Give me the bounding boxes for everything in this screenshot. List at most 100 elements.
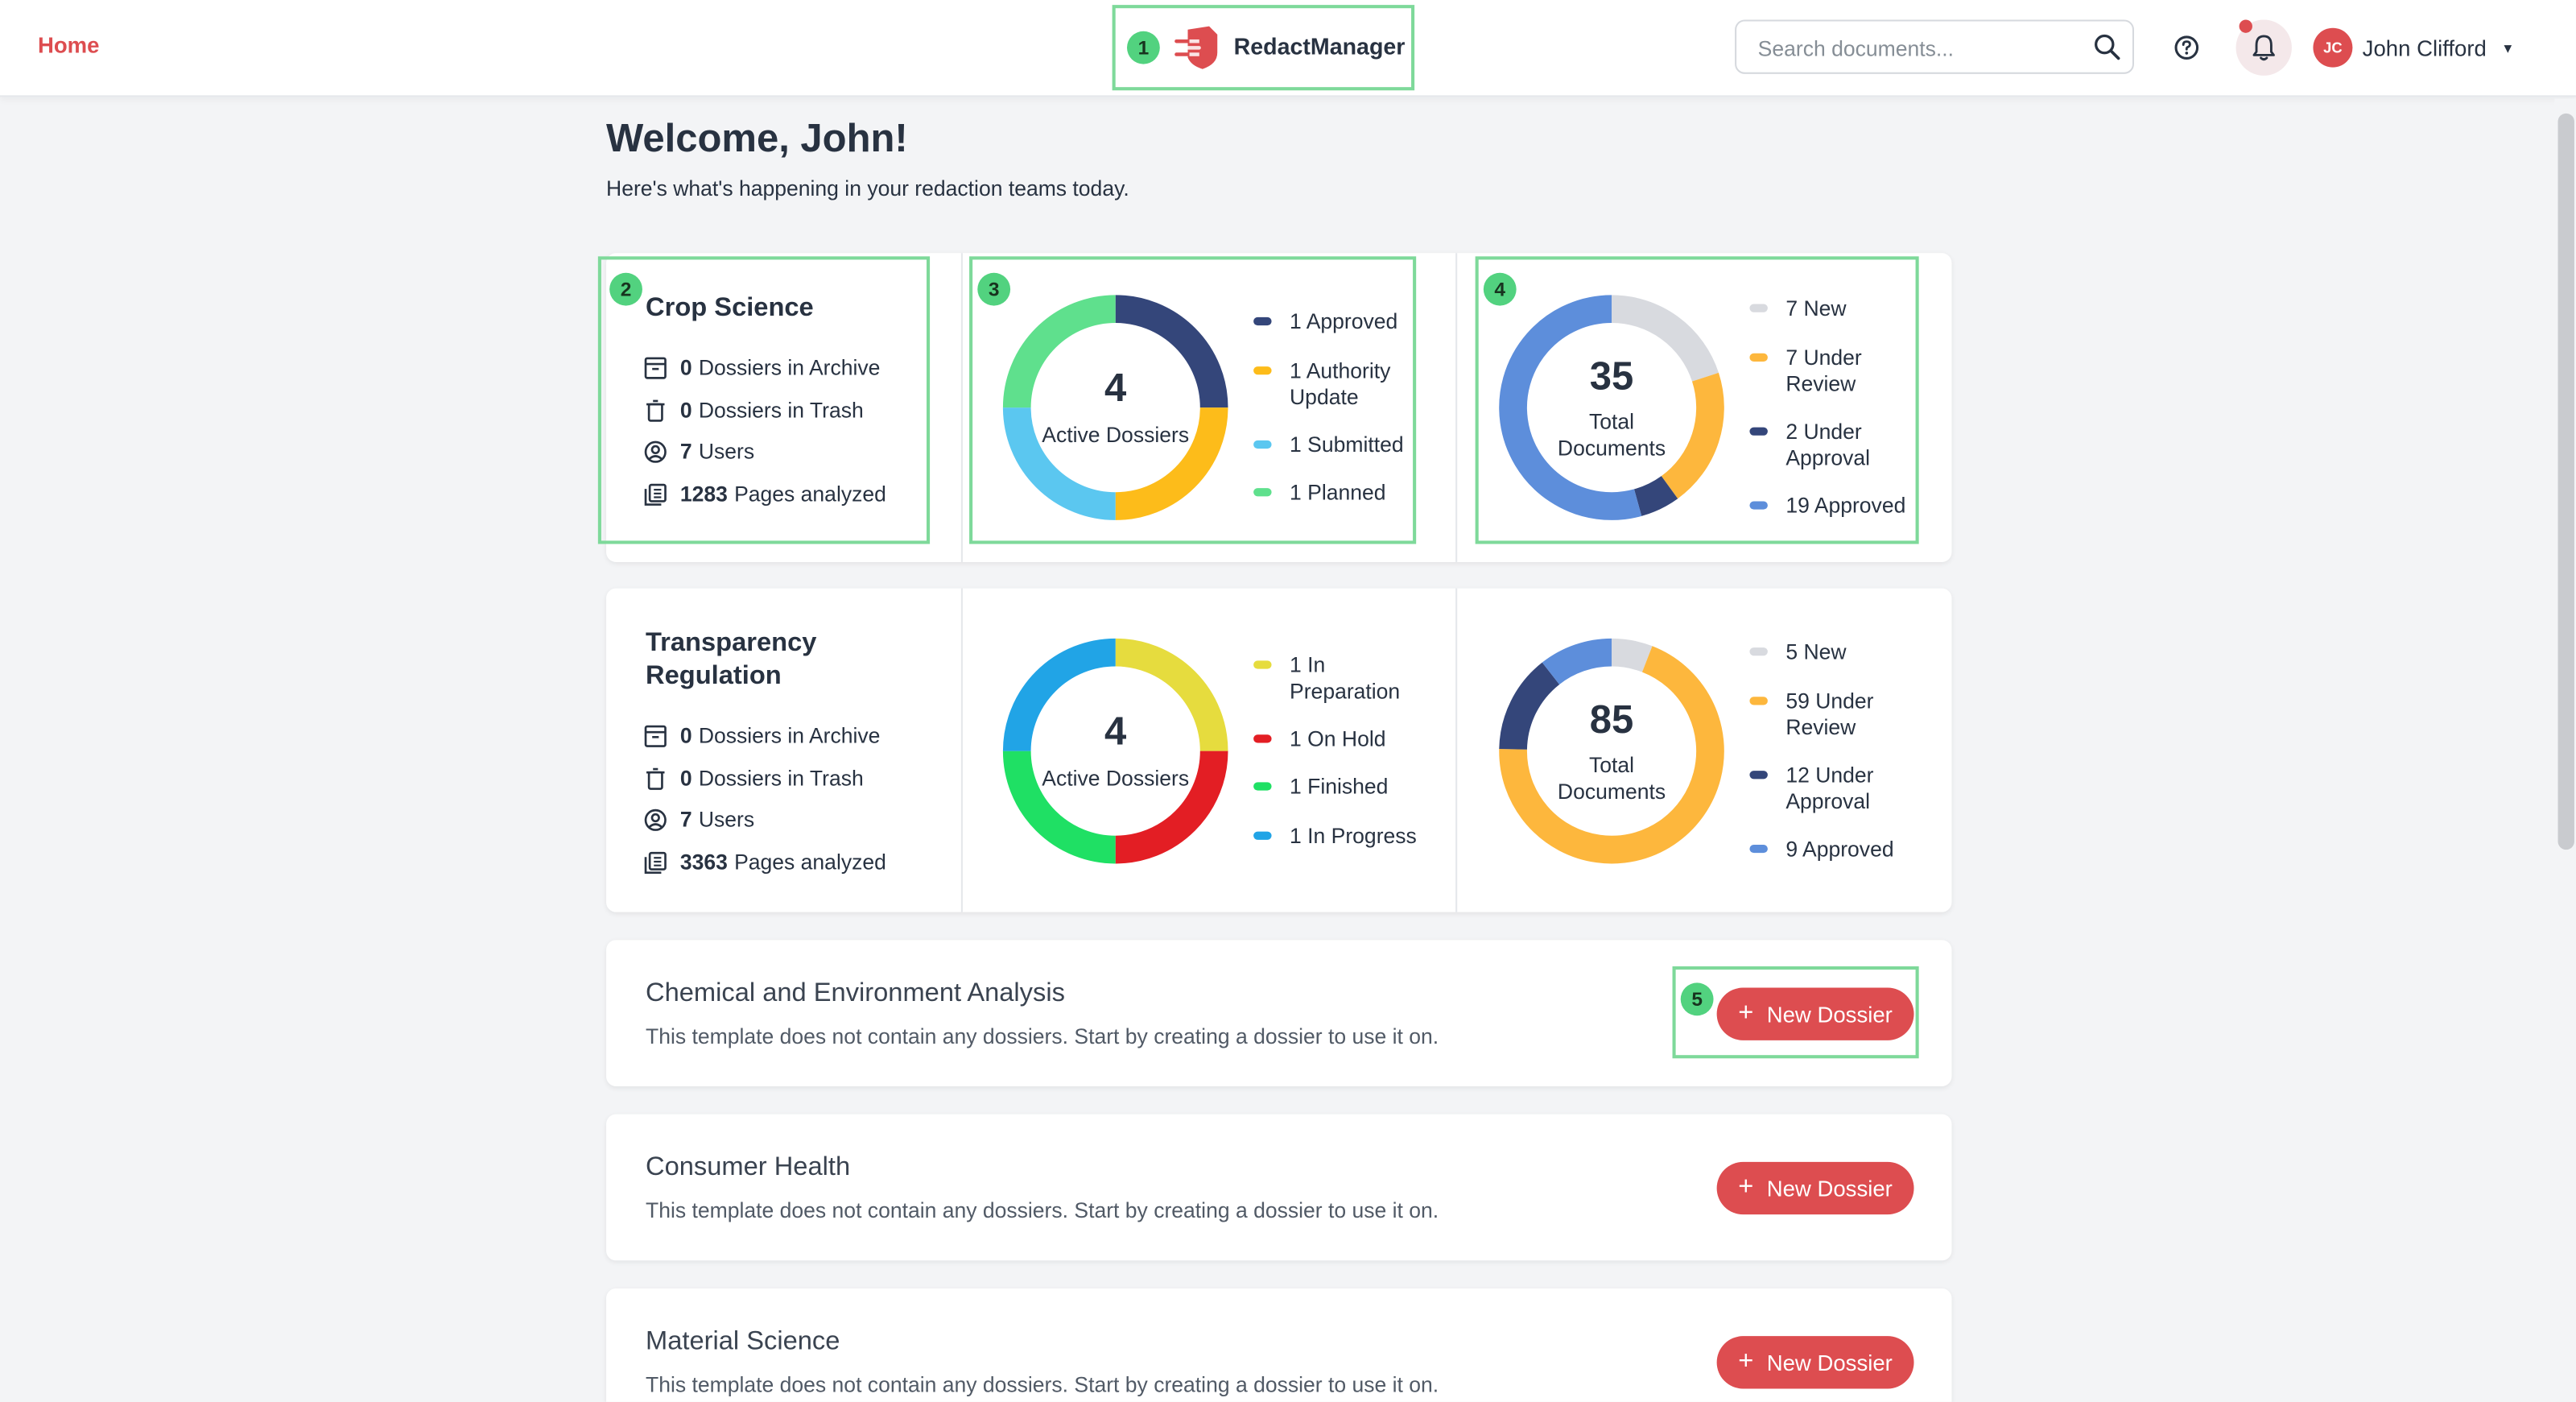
- legend-swatch: [1253, 366, 1272, 375]
- brand[interactable]: RedactManager: [1114, 5, 1413, 89]
- template-description: This template does not contain any dossi…: [646, 1197, 1439, 1223]
- search-box: [1735, 19, 2134, 76]
- template-card-transparency-regulation[interactable]: Transparency Regulation 0 Dossiers in Ar…: [606, 588, 1952, 912]
- new-dossier-label: New Dossier: [1766, 1176, 1893, 1201]
- search-icon[interactable]: [2093, 33, 2121, 61]
- legend-label: 19 Approved: [1785, 493, 1906, 518]
- pages-icon: [644, 850, 667, 873]
- legend-swatch: [1749, 844, 1768, 854]
- stat-archive: 0 Dossiers in Archive: [644, 354, 881, 380]
- legend-item: 1 Planned: [1253, 479, 1438, 507]
- trash-icon: [646, 767, 665, 789]
- legend-label: 1 Approved: [1290, 308, 1398, 334]
- legend-swatch: [1253, 440, 1272, 449]
- chevron-down-icon: ▼: [2501, 39, 2515, 56]
- template-card-crop-science[interactable]: Crop Science 0 Dossiers in Archive 0 Dos…: [606, 253, 1952, 562]
- donut-segment: [1633, 475, 1678, 516]
- stat-pages: 3363 Pages analyzed: [644, 850, 886, 875]
- legend-item: 9 Approved: [1749, 836, 1934, 863]
- legend-label: 59 Under Review: [1785, 689, 1874, 740]
- scrollbar-thumb[interactable]: [2557, 113, 2574, 850]
- redactmanager-logo-icon: [1174, 26, 1218, 69]
- legend-label: 1 Planned: [1290, 479, 1386, 505]
- legend-item: 59 Under Review: [1749, 689, 1888, 741]
- column-divider: [960, 253, 963, 562]
- archive-label: Dossiers in Archive: [698, 722, 881, 748]
- new-dossier-button[interactable]: + New Dossier: [1716, 1161, 1914, 1215]
- legend-label: 1 Authority Update: [1290, 358, 1391, 410]
- trash-count: 0: [679, 766, 692, 791]
- template-card-consumer-health: Consumer Health This template does not c…: [606, 1114, 1952, 1261]
- pages-label: Pages analyzed: [734, 481, 886, 507]
- archive-count: 0: [679, 354, 692, 380]
- legend-item: 1 Finished: [1253, 774, 1438, 800]
- column-divider: [1455, 253, 1458, 562]
- legend-item: 19 Approved: [1749, 493, 1934, 519]
- users-count: 7: [679, 438, 692, 464]
- notification-badge: [2239, 19, 2252, 33]
- legend-label: 9 Approved: [1785, 836, 1894, 862]
- legend-label: 1 In Progress: [1290, 823, 1417, 849]
- plus-icon: +: [1738, 999, 1754, 1028]
- template-description: This template does not contain any dossi…: [646, 1372, 1439, 1397]
- bell-icon: [2252, 35, 2275, 61]
- user-name: John Clifford: [2362, 35, 2487, 60]
- archive-icon: [644, 356, 667, 378]
- trash-label: Dossiers in Trash: [698, 397, 864, 423]
- template-card-material-science: Material Science This template does not …: [606, 1288, 1952, 1402]
- legend-item: 1 Authority Update: [1253, 358, 1438, 411]
- legend-swatch: [1253, 660, 1272, 669]
- notifications-button[interactable]: [2235, 19, 2292, 76]
- trash-label: Dossiers in Trash: [698, 766, 864, 791]
- donut-segment: [1611, 638, 1653, 672]
- documents-total: 85: [1589, 698, 1634, 743]
- donut-segment: [1499, 295, 1642, 520]
- template-title: Consumer Health: [646, 1153, 851, 1182]
- dossiers-total-label: Active Dossiers: [1042, 766, 1190, 791]
- documents-total-label: Total Documents: [1557, 752, 1666, 804]
- donut-segment: [1542, 638, 1612, 685]
- user-menu[interactable]: JC John Clifford ▼: [2313, 27, 2515, 68]
- avatar: JC: [2313, 27, 2353, 68]
- new-dossier-label: New Dossier: [1766, 1350, 1893, 1375]
- legend-item: 1 On Hold: [1253, 726, 1438, 753]
- legend-item: 1 Submitted: [1253, 432, 1438, 459]
- legend-item: 7 New: [1749, 296, 1934, 322]
- new-dossier-button[interactable]: + New Dossier: [1716, 987, 1914, 1040]
- dossiers-total: 4: [1104, 366, 1127, 412]
- search-input[interactable]: [1754, 21, 2090, 76]
- legend-item: 2 Under Approval: [1749, 419, 1884, 471]
- new-dossier-label: New Dossier: [1766, 1001, 1893, 1027]
- legend-swatch: [1749, 647, 1768, 656]
- template-title: Crop Science: [646, 294, 814, 322]
- legend-label: 7 Under Review: [1785, 345, 1862, 396]
- stat-trash: 0 Dossiers in Trash: [644, 766, 864, 791]
- legend-label: 1 In Preparation: [1290, 652, 1401, 704]
- legend-item: 1 Approved: [1253, 308, 1438, 336]
- legend-label: 12 Under Approval: [1785, 762, 1874, 814]
- legend-swatch: [1253, 316, 1272, 326]
- help-icon[interactable]: [2172, 33, 2202, 63]
- template-description: This template does not contain any dossi…: [646, 1024, 1439, 1049]
- user-icon: [644, 808, 667, 830]
- archive-icon: [644, 724, 667, 746]
- dossiers-total-label: Active Dossiers: [1042, 422, 1190, 448]
- legend-swatch: [1749, 304, 1768, 312]
- pages-icon: [644, 482, 667, 505]
- template-title: Chemical and Environment Analysis: [646, 979, 1065, 1008]
- legend-swatch: [1749, 427, 1768, 436]
- nav-home-link[interactable]: Home: [38, 33, 100, 58]
- legend-swatch: [1749, 353, 1768, 362]
- legend-swatch: [1749, 771, 1768, 780]
- plus-icon: +: [1738, 1347, 1754, 1376]
- new-dossier-button[interactable]: + New Dossier: [1716, 1336, 1914, 1389]
- page-subtitle: Here's what's happening in your redactio…: [606, 176, 1129, 201]
- legend-label: 1 Submitted: [1290, 432, 1404, 457]
- brand-name: RedactManager: [1233, 32, 1406, 60]
- legend-swatch: [1253, 734, 1272, 743]
- documents-total-label: Total Documents: [1557, 409, 1666, 461]
- legend-label: 2 Under Approval: [1785, 419, 1871, 470]
- archive-label: Dossiers in Archive: [698, 354, 881, 380]
- user-icon: [644, 440, 667, 462]
- legend-label: 1 On Hold: [1290, 726, 1386, 751]
